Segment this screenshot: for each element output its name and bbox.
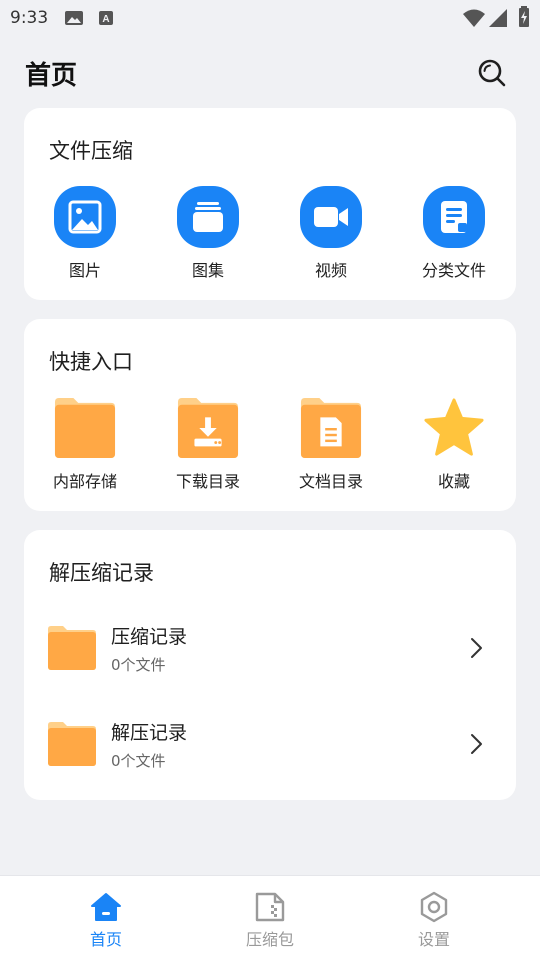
compress-records-row[interactable]: 压缩记录 0个文件: [24, 618, 516, 708]
nav-tab-home[interactable]: 首页: [46, 876, 166, 960]
records-card-title: 解压缩记录: [49, 561, 154, 585]
download-directory-button[interactable]: 下载目录: [153, 397, 263, 507]
compress-card-title: 文件压缩: [49, 139, 133, 163]
compress-album-label: 图集: [191, 261, 224, 280]
favorites-button[interactable]: 收藏: [399, 397, 509, 507]
video-icon: [300, 186, 362, 248]
document-icon: [423, 186, 485, 248]
battery-charging-icon: [519, 6, 529, 27]
internal-storage-label: 内部存储: [52, 472, 117, 491]
wifi-icon: [463, 9, 485, 27]
chevron-right-icon: [471, 734, 482, 754]
extract-records-count: 0个文件: [111, 752, 166, 770]
folder-icon: [48, 722, 96, 766]
status-time: 9:33: [10, 8, 49, 28]
favorites-label: 收藏: [437, 472, 470, 491]
nav-tab-home-label: 首页: [89, 930, 122, 949]
compress-album-button[interactable]: 图集: [153, 186, 263, 296]
download-folder-icon: [177, 397, 239, 459]
page-title: 首页: [25, 61, 78, 91]
gallery-notification-icon: [65, 11, 83, 25]
svg-text:A: A: [102, 14, 109, 25]
search-icon: [478, 59, 506, 87]
image-icon: [54, 186, 116, 248]
keyboard-notification-icon: A: [99, 11, 113, 25]
extract-records-title: 解压记录: [111, 722, 188, 744]
shortcut-card-title: 快捷入口: [49, 350, 133, 374]
archive-icon: [255, 892, 285, 922]
bottom-navigation: 首页 压缩包 设置: [0, 875, 540, 960]
compress-video-label: 视频: [314, 261, 347, 280]
album-icon: [177, 186, 239, 248]
search-button[interactable]: [475, 56, 509, 90]
star-icon: [424, 398, 484, 456]
compress-video-button[interactable]: 视频: [276, 186, 386, 296]
download-directory-label: 下载目录: [175, 472, 240, 491]
folder-icon: [54, 397, 116, 459]
records-card: 解压缩记录 压缩记录 0个文件 解压记录 0个文件: [24, 530, 516, 800]
home-screen: 9:33 A 首页 文件压缩 图片 图集 视频 分类文件 快捷入口 内部存储 下…: [0, 0, 540, 960]
compress-categorized-files-button[interactable]: 分类文件: [399, 186, 509, 296]
chevron-right-icon: [471, 638, 482, 658]
compress-records-count: 0个文件: [111, 656, 166, 674]
documents-directory-button[interactable]: 文档目录: [276, 397, 386, 507]
compress-images-button[interactable]: 图片: [30, 186, 140, 296]
nav-tab-settings[interactable]: 设置: [374, 876, 494, 960]
internal-storage-button[interactable]: 内部存储: [30, 397, 140, 507]
compress-card: 文件压缩 图片 图集 视频 分类文件: [24, 108, 516, 300]
shortcut-card: 快捷入口 内部存储 下载目录 文档目录 收藏: [24, 319, 516, 511]
folder-icon: [48, 626, 96, 670]
nav-tab-archives-label: 压缩包: [245, 930, 294, 949]
compress-records-title: 压缩记录: [111, 626, 188, 648]
nav-tab-settings-label: 设置: [417, 930, 450, 949]
cellular-signal-icon: [489, 9, 507, 27]
compress-images-label: 图片: [68, 261, 101, 280]
document-folder-icon: [300, 397, 362, 459]
extract-records-row[interactable]: 解压记录 0个文件: [24, 714, 516, 804]
home-icon: [91, 893, 121, 921]
documents-directory-label: 文档目录: [298, 472, 363, 491]
nav-tab-archives[interactable]: 压缩包: [210, 876, 330, 960]
settings-icon: [420, 891, 448, 923]
status-bar: 9:33 A: [0, 0, 540, 36]
compress-categorized-files-label: 分类文件: [421, 261, 486, 280]
